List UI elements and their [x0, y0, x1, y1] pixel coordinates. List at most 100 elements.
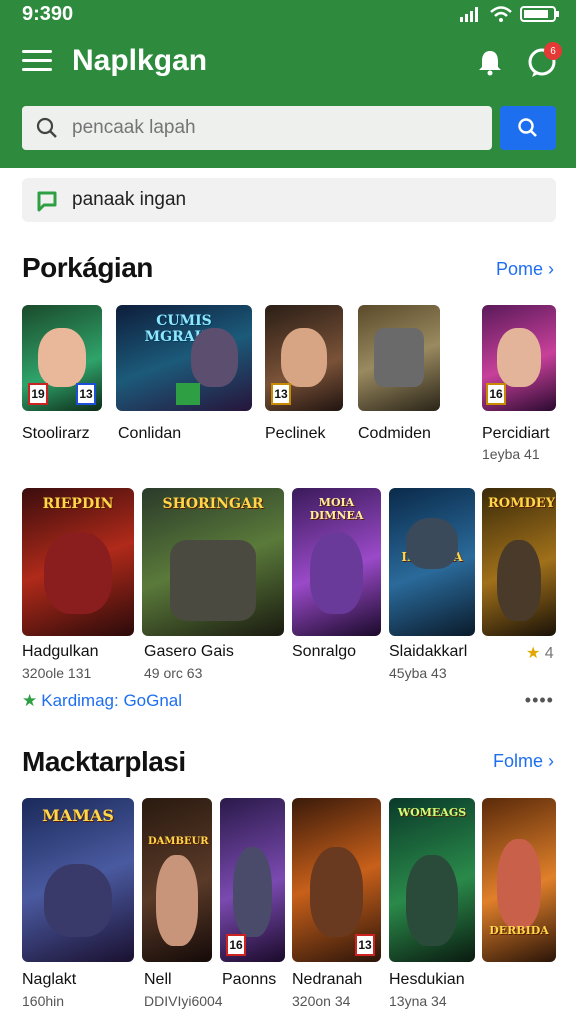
game-card[interactable]	[358, 305, 440, 411]
card-title-art: RIEPDIN	[42, 496, 114, 512]
menu-icon[interactable]	[22, 50, 52, 74]
rating-badge: 13	[355, 934, 375, 956]
search-button[interactable]	[500, 106, 556, 150]
star-icon: ★	[22, 691, 38, 710]
suggestion-chip[interactable]: panaak ingan	[22, 178, 556, 222]
section-more-link[interactable]: Folme ›	[493, 751, 554, 772]
app-header: 9:390 Naplkgan 6	[0, 0, 576, 168]
game-card[interactable]: 13	[265, 305, 343, 411]
game-name[interactable]: Hesdukian	[389, 971, 465, 989]
game-card[interactable]: DERBIDA	[482, 798, 556, 962]
promo-link[interactable]: ★ Kardimag: GoGnal	[22, 691, 182, 711]
more-options-icon[interactable]: ••••	[525, 690, 554, 711]
game-card[interactable]: ROMDEY	[482, 488, 556, 636]
game-card[interactable]: CUMIS MGRAKIS	[116, 305, 252, 411]
character-art	[496, 328, 542, 387]
game-card[interactable]: RIEPDIN	[22, 488, 134, 636]
rating-badge: 13	[271, 383, 291, 405]
game-card[interactable]: 16	[220, 798, 285, 962]
game-name[interactable]: Gasero Gais	[144, 643, 234, 661]
character-art	[406, 517, 458, 570]
character-art	[309, 847, 364, 938]
game-meta: 160hin	[22, 993, 65, 1009]
card-title-art: ROMDEY	[488, 496, 555, 511]
game-name[interactable]: Percidiart	[482, 425, 550, 443]
top-bar: Naplkgan 6	[0, 38, 576, 86]
game-meta: 49 orc 63	[144, 665, 203, 681]
character-art	[156, 855, 198, 946]
game-card[interactable]: INDIARA	[389, 488, 475, 636]
game-meta: 45yba 43	[389, 665, 447, 681]
star-icon: ★	[526, 645, 541, 662]
game-card[interactable]: WOMEAGS	[389, 798, 475, 962]
game-card[interactable]: DAMBEUR	[142, 798, 212, 962]
search-icon	[36, 117, 57, 138]
game-meta: 1eyba 41	[482, 446, 540, 462]
game-meta: 320on 34	[292, 993, 351, 1009]
section-more-link[interactable]: Pome ›	[496, 259, 554, 280]
game-card[interactable]: MAMAS	[22, 798, 134, 962]
game-meta: 320ole 131	[22, 665, 92, 681]
card-title-art: SHORINGAR	[162, 496, 264, 512]
card-title-art: DAMBEUR	[148, 836, 209, 847]
rating-badge: 16	[486, 383, 506, 405]
signal-icon	[460, 7, 478, 22]
game-card[interactable]: MOIA DIMNEA	[292, 488, 381, 636]
character-art	[170, 539, 256, 622]
game-name[interactable]: Stoolirarz	[22, 425, 90, 443]
game-meta: DDIVIyi6004	[144, 993, 223, 1009]
game-name[interactable]: Naglakt	[22, 971, 76, 989]
game-name[interactable]: Nedranah	[292, 971, 362, 989]
rating-badge: 16	[226, 934, 246, 956]
search-icon	[518, 118, 537, 137]
game-name[interactable]: Slaidakkarl	[389, 643, 467, 661]
game-card[interactable]: SHORINGAR	[142, 488, 284, 636]
section-title: Porkágian	[22, 252, 153, 283]
card-title-art: MOIA DIMNEA	[309, 496, 364, 522]
character-art	[309, 532, 364, 614]
game-name[interactable]: Sonralgo	[292, 643, 356, 661]
status-icons	[460, 5, 560, 23]
app-title: Naplkgan	[72, 44, 208, 77]
game-name[interactable]: Nell	[144, 971, 172, 989]
wifi-icon	[490, 6, 512, 22]
rating-value: 4	[544, 645, 554, 662]
game-card[interactable]: 19 13	[22, 305, 102, 411]
character-art	[406, 855, 458, 946]
chip-label: panaak ingan	[72, 189, 187, 210]
character-art	[44, 863, 112, 938]
play-badge	[176, 383, 200, 405]
game-card[interactable]: 16	[482, 305, 556, 411]
card-title-art: WOMEAGS	[397, 806, 467, 819]
card-title-art: MAMAS	[42, 806, 114, 825]
rating-badge: 19	[28, 383, 48, 405]
game-meta: 13yna 34	[389, 993, 447, 1009]
character-art	[233, 847, 272, 938]
game-name[interactable]: Paonns	[222, 971, 276, 989]
game-name[interactable]: Codmiden	[358, 425, 431, 443]
game-name[interactable]: Conlidan	[118, 425, 181, 443]
game-rating: ★ 4	[526, 643, 554, 663]
card-title-art: DERBIDA	[489, 924, 549, 937]
bell-icon[interactable]	[476, 48, 504, 76]
character-art	[44, 532, 112, 614]
game-name[interactable]: Peclinek	[265, 425, 325, 443]
character-art	[496, 839, 542, 930]
character-art	[38, 328, 86, 387]
promo-label: Kardimag: GoGnal	[41, 691, 183, 710]
search-input[interactable]	[72, 106, 482, 150]
section-title: Macktarplasi	[22, 746, 186, 777]
status-time: 9:390	[22, 3, 74, 25]
game-card[interactable]: 13	[292, 798, 381, 962]
search-box[interactable]	[22, 106, 492, 150]
game-name[interactable]: Hadgulkan	[22, 643, 99, 661]
character-art	[496, 539, 542, 622]
battery-icon	[520, 6, 559, 22]
character-art	[374, 328, 424, 387]
character-art	[280, 328, 328, 387]
rating-badge: 13	[76, 383, 96, 405]
character-art	[190, 328, 239, 387]
chat-button[interactable]: 6	[526, 42, 562, 78]
notification-badge: 6	[544, 42, 562, 60]
status-bar: 9:390	[0, 0, 576, 32]
